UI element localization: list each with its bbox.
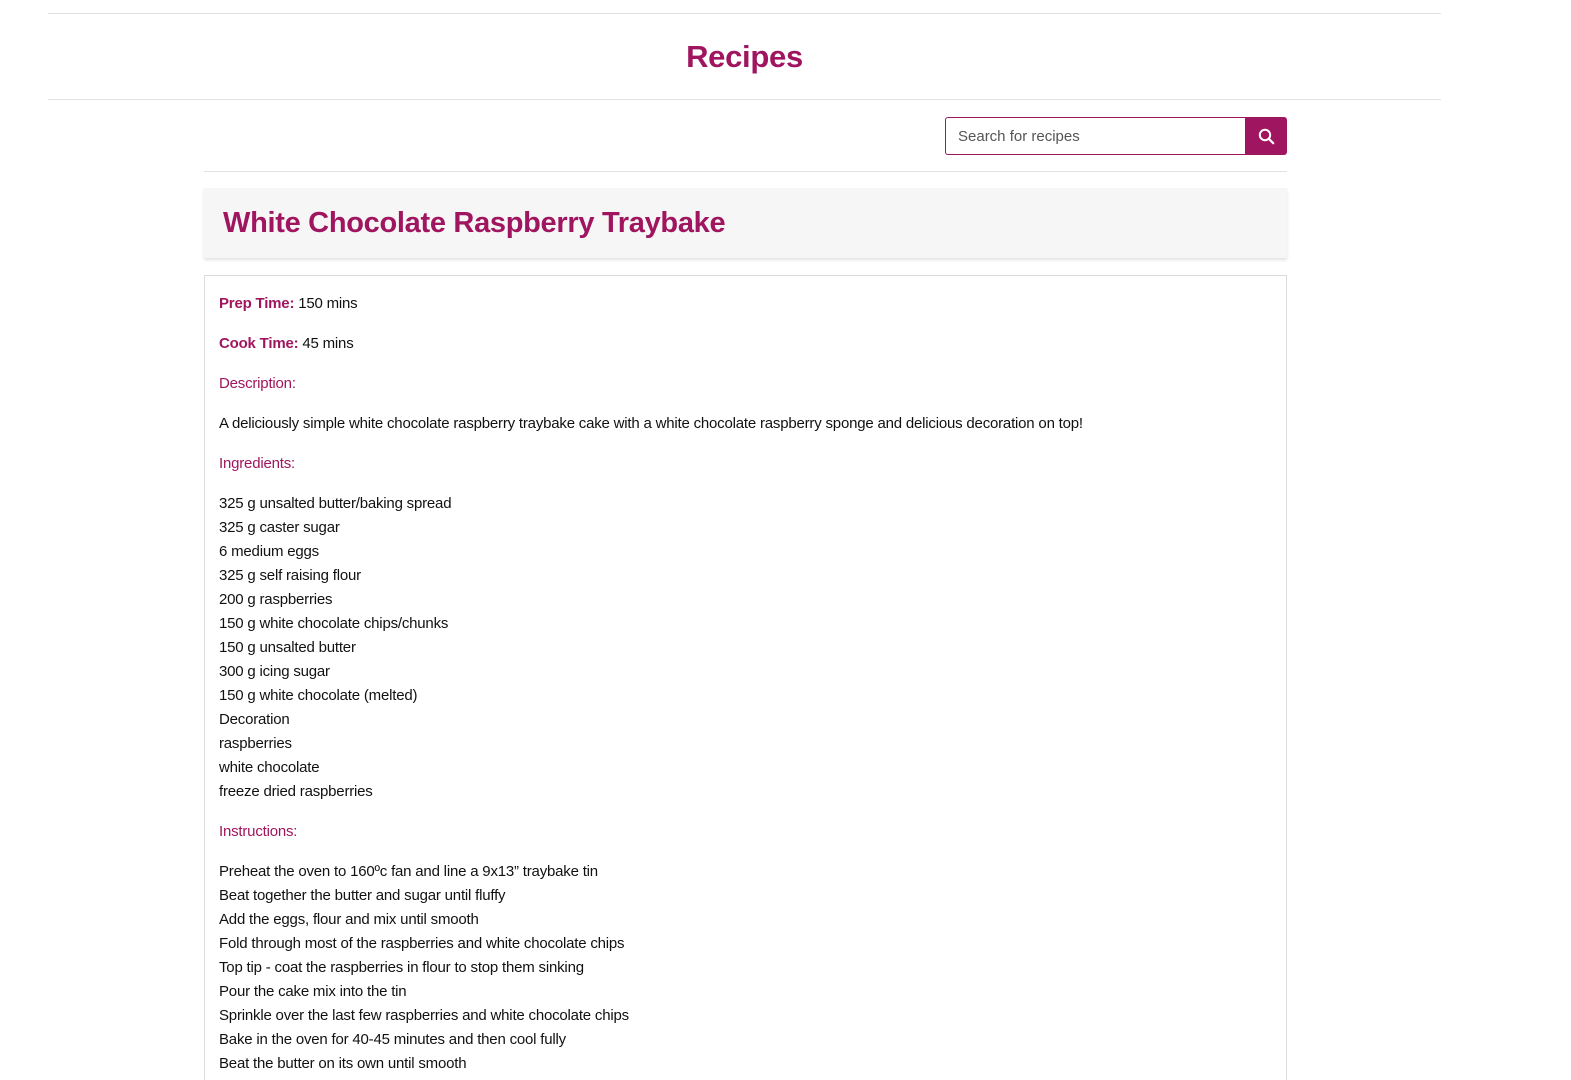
instructions-list: Preheat the oven to 160ºc fan and line a…	[219, 860, 1272, 1076]
content-divider	[204, 171, 1287, 172]
ingredient-item: white chocolate	[219, 759, 320, 776]
ingredient-item: freeze dried raspberries	[219, 783, 373, 800]
instruction-item: Top tip - coat the raspberries in flour …	[219, 959, 584, 976]
site-header: Recipes	[48, 13, 1441, 100]
search-form	[945, 117, 1287, 155]
search-input[interactable]	[945, 117, 1245, 155]
prep-time: Prep Time: 150 mins	[219, 292, 1272, 316]
ingredient-item: Decoration	[219, 711, 290, 728]
ingredient-item: 150 g white chocolate chips/chunks	[219, 615, 449, 632]
cook-time-value: 45 mins	[302, 335, 354, 352]
ingredient-item: 150 g white chocolate (melted)	[219, 687, 418, 704]
ingredient-item: 300 g icing sugar	[219, 663, 330, 680]
recipe-title-bar: White Chocolate Raspberry Traybake	[204, 188, 1287, 258]
prep-time-label: Prep Time:	[219, 295, 295, 312]
ingredient-item: 150 g unsalted butter	[219, 639, 356, 656]
ingredient-item: 325 g unsalted butter/baking spread	[219, 495, 452, 512]
description-label: Description:	[219, 375, 296, 392]
instructions-label: Instructions:	[219, 823, 298, 840]
recipe-card: Prep Time: 150 mins Cook Time: 45 mins D…	[204, 275, 1287, 1080]
ingredient-item: 325 g caster sugar	[219, 519, 340, 536]
prep-time-value: 150 mins	[298, 295, 358, 312]
instruction-item: Beat together the butter and sugar until…	[219, 887, 506, 904]
cook-time: Cook Time: 45 mins	[219, 332, 1272, 356]
description-text: A deliciously simple white chocolate ras…	[219, 415, 1083, 432]
recipe-title: White Chocolate Raspberry Traybake	[223, 206, 726, 239]
ingredient-item: raspberries	[219, 735, 292, 752]
search-button[interactable]	[1245, 117, 1287, 155]
search-icon	[1258, 128, 1275, 145]
site-title[interactable]: Recipes	[686, 39, 803, 75]
instruction-item: Pour the cake mix into the tin	[219, 983, 407, 1000]
instruction-item: Bake in the oven for 40-45 minutes and t…	[219, 1031, 566, 1048]
instruction-item: Fold through most of the raspberries and…	[219, 935, 625, 952]
ingredient-item: 200 g raspberries	[219, 591, 333, 608]
page: Recipes White Chocolate Raspberry Trayba…	[0, 0, 1571, 1080]
instruction-item: Preheat the oven to 160ºc fan and line a…	[219, 863, 598, 880]
instruction-item: Beat the butter on its own until smooth	[219, 1055, 467, 1072]
instruction-item: Sprinkle over the last few raspberries a…	[219, 1007, 629, 1024]
instruction-item: Add the eggs, flour and mix until smooth	[219, 911, 479, 928]
ingredient-item: 325 g self raising flour	[219, 567, 361, 584]
ingredients-label: Ingredients:	[219, 455, 295, 472]
ingredient-item: 6 medium eggs	[219, 543, 319, 560]
ingredients-list: 325 g unsalted butter/baking spread 325 …	[219, 492, 1272, 804]
cook-time-label: Cook Time:	[219, 335, 299, 352]
